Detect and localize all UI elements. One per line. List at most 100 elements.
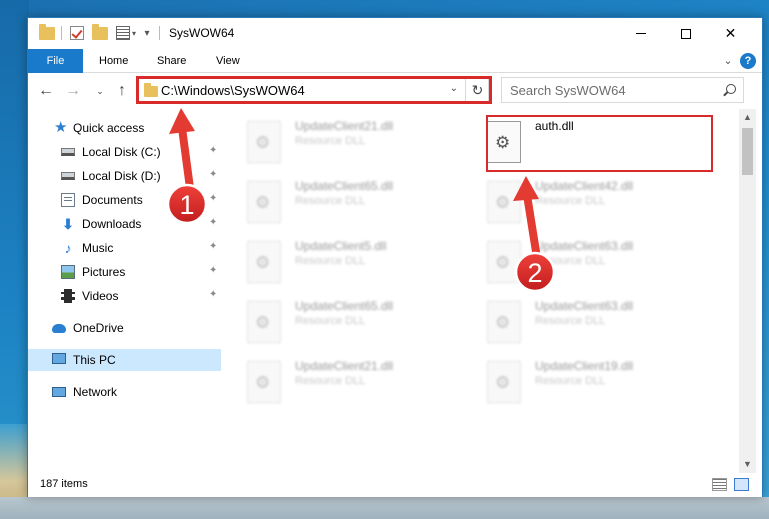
pin-icon[interactable]: ✦ xyxy=(209,169,217,180)
close-button[interactable]: ✕ xyxy=(708,18,753,49)
expand-ribbon-icon[interactable]: ⌄ xyxy=(720,53,736,69)
file-type: Resource DLL xyxy=(535,315,606,327)
sidebar-item-label: Quick access xyxy=(73,121,145,135)
file-item[interactable]: UpdateClient21.dll Resource DLL xyxy=(223,117,453,167)
sidebar-item-local-disk-d[interactable]: Local Disk (D:) ✦ xyxy=(28,165,221,187)
sidebar-item-local-disk-c[interactable]: Local Disk (C:) ✦ xyxy=(28,141,221,163)
navigation-bar: ← → ⌄ ↑ C:\Windows\SysWOW64 ⌄ ↻ xyxy=(28,73,762,109)
sidebar-item-quick-access[interactable]: ★ Quick access xyxy=(28,117,221,139)
file-name: UpdateClient21.dll xyxy=(295,119,394,133)
help-icon[interactable]: ? xyxy=(740,53,756,69)
file-item[interactable]: UpdateClient19.dll Resource DLL xyxy=(463,357,693,407)
sidebar-item-label: Pictures xyxy=(82,265,126,279)
address-highlight-box xyxy=(136,76,492,104)
pin-icon[interactable]: ✦ xyxy=(209,265,217,276)
file-item[interactable]: UpdateClient65.dll Resource DLL xyxy=(223,297,453,347)
sidebar-item-videos[interactable]: Videos ✦ xyxy=(28,285,221,307)
sidebar-item-network[interactable]: Network xyxy=(28,381,221,403)
file-item[interactable]: UpdateClient63.dll Resource DLL xyxy=(463,237,693,287)
file-highlight-box xyxy=(486,115,713,172)
ribbon-tabs: File Home Share View ⌄ ? xyxy=(28,49,762,73)
music-icon: ♪ xyxy=(64,240,72,256)
sidebar-item-onedrive[interactable]: OneDrive xyxy=(28,317,221,339)
sidebar-item-label: This PC xyxy=(73,353,116,367)
sidebar-item-this-pc[interactable]: This PC xyxy=(28,349,221,371)
sidebar-item-music[interactable]: ♪ Music ✦ xyxy=(28,237,221,259)
star-icon: ★ xyxy=(54,119,68,136)
window-title: SysWOW64 xyxy=(169,26,235,40)
pin-icon[interactable]: ✦ xyxy=(209,241,217,252)
large-icons-view-icon[interactable] xyxy=(734,478,749,491)
tab-view[interactable]: View xyxy=(216,49,240,73)
status-bar: 187 items xyxy=(28,473,762,497)
scroll-up-icon[interactable]: ▲ xyxy=(739,109,756,126)
quick-access-dropdown-icon[interactable]: ▾ xyxy=(140,24,154,42)
file-item[interactable]: UpdateClient21.dll Resource DLL xyxy=(223,357,453,407)
minimize-icon xyxy=(635,33,646,34)
recent-locations-icon[interactable]: ⌄ xyxy=(90,81,110,101)
drive-icon xyxy=(61,172,75,180)
dll-file-icon xyxy=(247,181,281,223)
file-name: UpdateClient63.dll xyxy=(535,239,634,253)
pin-icon[interactable]: ✦ xyxy=(209,217,217,228)
file-type: Resource DLL xyxy=(295,375,366,387)
file-name: UpdateClient19.dll xyxy=(535,359,634,373)
sidebar-item-pictures[interactable]: Pictures ✦ xyxy=(28,261,221,283)
tab-file[interactable]: File xyxy=(28,49,83,73)
tab-home[interactable]: Home xyxy=(99,49,128,73)
file-list: UpdateClient21.dll Resource DLL UpdateCl… xyxy=(223,109,739,473)
sidebar-item-label: Network xyxy=(73,385,118,399)
dll-file-icon xyxy=(487,241,521,283)
navigation-pane: ★ Quick access Local Disk (C:) ✦ Local D… xyxy=(28,109,221,473)
file-name: UpdateClient65.dll xyxy=(295,299,394,313)
sidebar-item-label: Music xyxy=(82,241,114,255)
explorer-window: ▾ ▾ SysWOW64 ✕ File Home Share View ⌄ ? … xyxy=(27,17,763,497)
up-arrow-icon[interactable]: ↑ xyxy=(112,81,132,101)
sidebar-item-label: Downloads xyxy=(82,217,142,231)
videos-icon xyxy=(61,289,75,303)
sidebar-item-label: Local Disk (D:) xyxy=(82,169,161,183)
tab-share[interactable]: Share xyxy=(157,49,186,73)
scrollbar-thumb[interactable] xyxy=(742,128,753,175)
search-icon[interactable] xyxy=(726,84,736,94)
customize-toolbar-icon[interactable]: ▾ xyxy=(113,24,139,42)
vertical-scrollbar[interactable]: ▲ ▼ xyxy=(739,109,756,473)
search-box[interactable] xyxy=(501,77,744,103)
scroll-down-icon[interactable]: ▼ xyxy=(739,456,756,473)
forward-arrow-icon[interactable]: → xyxy=(63,81,83,101)
file-name: UpdateClient42.dll xyxy=(535,179,634,193)
pictures-icon xyxy=(61,265,75,279)
file-type: Resource DLL xyxy=(535,375,606,387)
dll-file-icon xyxy=(247,121,281,163)
maximize-icon xyxy=(680,28,691,39)
divider xyxy=(61,26,62,40)
file-name: UpdateClient63.dll xyxy=(535,299,634,313)
file-type: Resource DLL xyxy=(535,195,606,207)
pin-icon[interactable]: ✦ xyxy=(209,193,217,204)
file-item[interactable]: UpdateClient42.dll Resource DLL xyxy=(463,177,693,227)
folder-icon xyxy=(38,23,56,42)
dll-file-icon xyxy=(247,241,281,283)
minimize-button[interactable] xyxy=(618,18,663,49)
file-item[interactable]: UpdateClient63.dll Resource DLL xyxy=(463,297,693,347)
properties-check-icon[interactable] xyxy=(68,24,86,42)
maximize-button[interactable] xyxy=(663,18,708,49)
file-item[interactable]: UpdateClient5.dll Resource DLL xyxy=(223,237,453,287)
file-item[interactable]: UpdateClient65.dll Resource DLL xyxy=(223,177,453,227)
pin-icon[interactable]: ✦ xyxy=(209,289,217,300)
sidebar-item-documents[interactable]: Documents ✦ xyxy=(28,189,221,211)
sidebar-item-label: Documents xyxy=(82,193,143,207)
details-view-icon[interactable] xyxy=(712,478,727,491)
documents-icon xyxy=(61,193,75,207)
sidebar-item-label: Local Disk (C:) xyxy=(82,145,161,159)
sidebar-item-downloads[interactable]: ⬇ Downloads ✦ xyxy=(28,213,221,235)
dll-file-icon xyxy=(247,301,281,343)
dll-file-icon xyxy=(487,361,521,403)
back-arrow-icon[interactable]: ← xyxy=(36,81,56,101)
dll-file-icon xyxy=(487,301,521,343)
pin-icon[interactable]: ✦ xyxy=(209,145,217,156)
new-folder-icon[interactable] xyxy=(91,23,109,42)
sidebar-item-label: OneDrive xyxy=(73,321,124,335)
file-type: Resource DLL xyxy=(295,315,366,327)
search-input[interactable] xyxy=(502,78,717,102)
